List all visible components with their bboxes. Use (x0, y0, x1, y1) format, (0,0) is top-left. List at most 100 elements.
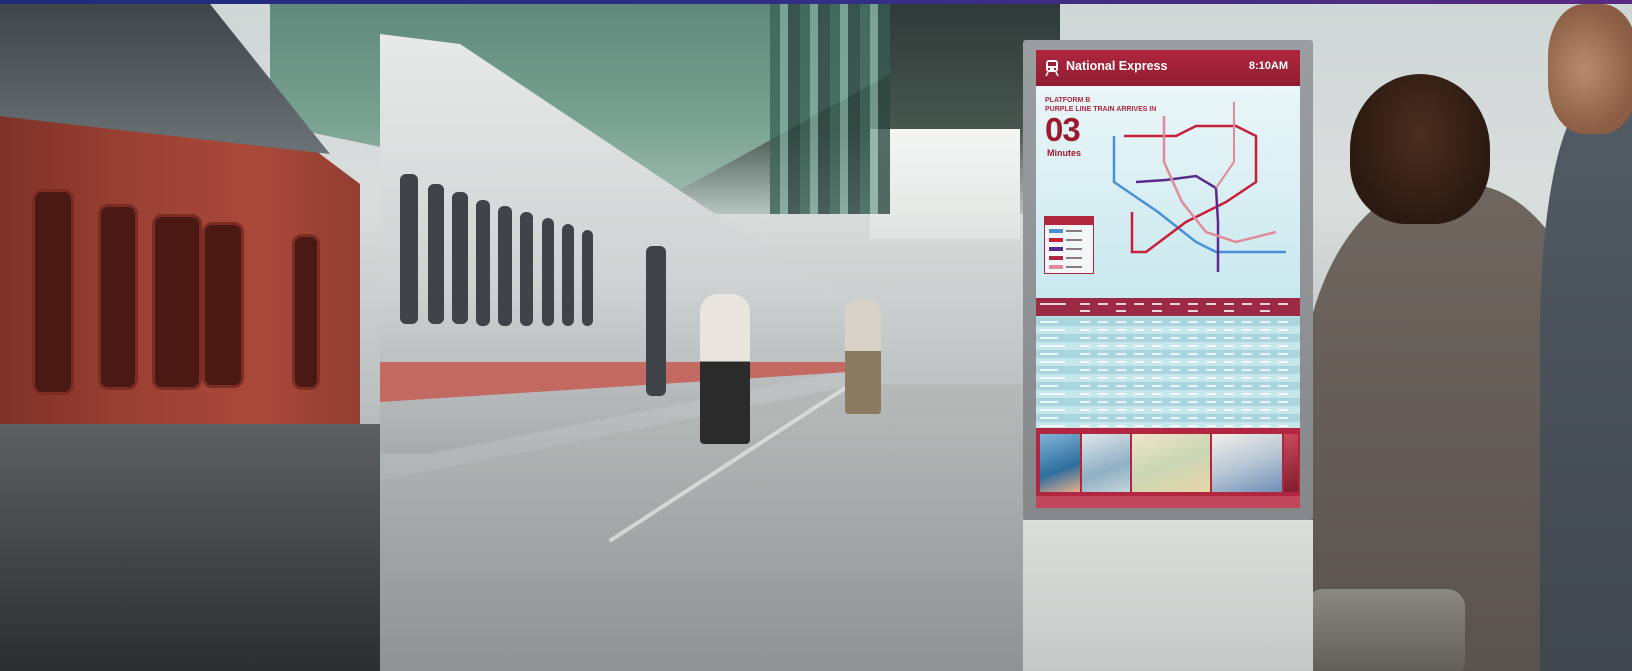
schedule-time-cell (1242, 417, 1252, 419)
schedule-time-cell (1242, 393, 1252, 395)
schedule-time-cell (1260, 321, 1270, 323)
schedule-time-cell (1098, 337, 1108, 339)
schedule-time-cell (1098, 425, 1108, 427)
pink-line-branch (1215, 102, 1235, 189)
schedule-time-cell (1170, 353, 1180, 355)
schedule-time-cell (1116, 337, 1126, 339)
map-legend (1044, 216, 1094, 274)
schedule-time-cell (1116, 385, 1126, 387)
schedule-time-cell (1152, 345, 1162, 347)
schedule-time-cell (1080, 337, 1090, 339)
schedule-time-cell (1170, 321, 1180, 323)
schedule-time-cell (1260, 345, 1270, 347)
schedule-time-cell (1080, 345, 1090, 347)
schedule-time-cell (1224, 337, 1234, 339)
schedule-time-cell (1080, 321, 1090, 323)
schedule-time-cell (1098, 393, 1108, 395)
schedule-row (1036, 406, 1300, 414)
locomotive-vent (292, 234, 320, 390)
blue-line (1112, 136, 1286, 254)
schedule-station-cell (1040, 321, 1058, 323)
subway-route-map (1112, 102, 1286, 272)
schedule-time-cell (1224, 329, 1234, 331)
schedule-time-cell (1152, 361, 1162, 363)
advert-photo-child (1040, 434, 1080, 492)
schedule-time-cell (1134, 401, 1144, 403)
schedule-station-cell (1040, 329, 1065, 331)
locomotive-vent (202, 222, 244, 388)
schedule-time-cell (1080, 409, 1090, 411)
schedule-row (1036, 374, 1300, 382)
schedule-time-cell (1260, 369, 1270, 371)
kiosk-stand (1023, 520, 1313, 671)
schedule-time-cell (1206, 369, 1216, 371)
schedule-time-cell (1206, 361, 1216, 363)
schedule-time-cell (1188, 321, 1198, 323)
schedule-time-cell (1080, 393, 1090, 395)
current-time: 8:10AM (1248, 60, 1288, 72)
advert-photo-window (1082, 434, 1130, 492)
schedule-time-cell (1188, 425, 1198, 427)
schedule-time-cell (1116, 377, 1126, 379)
schedule-time-cell (1188, 353, 1198, 355)
schedule-time-cell (1170, 329, 1180, 331)
schedule-time-cell (1278, 409, 1288, 411)
schedule-time-cell (1278, 353, 1288, 355)
coach-window (582, 230, 593, 326)
schedule-time-cell (1098, 417, 1108, 419)
schedule-time-cell (1260, 377, 1270, 379)
legend-row (1049, 237, 1089, 243)
train-icon (1045, 60, 1059, 77)
schedule-time-cell (1224, 425, 1234, 427)
schedule-time-cell (1278, 393, 1288, 395)
schedule-time-cell (1206, 329, 1216, 331)
schedule-time-cell (1242, 321, 1252, 323)
schedule-time-cell (1134, 369, 1144, 371)
schedule-time-cell (1152, 385, 1162, 387)
schedule-time-cell (1206, 401, 1216, 403)
schedule-time-cell (1260, 329, 1270, 331)
schedule-time-cell (1278, 369, 1288, 371)
schedule-time-cell (1278, 385, 1288, 387)
locomotive-vent (98, 204, 138, 390)
schedule-time-cell (1152, 369, 1162, 371)
coach-window (428, 184, 444, 324)
locomotive-undercarriage (0, 424, 380, 671)
schedule-time-cell (1116, 345, 1126, 347)
schedule-time-cell (1170, 409, 1180, 411)
schedule-time-cell (1116, 417, 1126, 419)
schedule-row (1036, 414, 1300, 422)
schedule-time-cell (1188, 369, 1198, 371)
schedule-station-cell (1040, 393, 1065, 395)
schedule-time-cell (1134, 361, 1144, 363)
schedule-time-cell (1224, 385, 1234, 387)
kiosk-header: National Express 8:10AM (1036, 50, 1300, 86)
schedule-station-cell (1040, 409, 1065, 411)
train-schedule-table (1036, 298, 1300, 430)
schedule-time-cell (1206, 425, 1216, 427)
schedule-time-cell (1206, 385, 1216, 387)
schedule-station-cell (1040, 369, 1058, 371)
schedule-time-cell (1278, 401, 1288, 403)
schedule-time-cell (1170, 393, 1180, 395)
schedule-time-cell (1152, 409, 1162, 411)
schedule-time-cell (1170, 369, 1180, 371)
schedule-time-cell (1134, 321, 1144, 323)
schedule-time-cell (1134, 353, 1144, 355)
schedule-time-cell (1134, 377, 1144, 379)
schedule-time-cell (1188, 417, 1198, 419)
schedule-time-cell (1242, 425, 1252, 427)
schedule-station-cell (1040, 353, 1058, 355)
schedule-time-cell (1278, 425, 1288, 427)
schedule-row (1036, 358, 1300, 366)
kiosk-screen[interactable]: National Express 8:10AM PLATFORM B PURPL… (1036, 50, 1300, 508)
legend-header (1045, 217, 1093, 225)
schedule-time-cell (1080, 425, 1090, 427)
kiosk-footer (1036, 496, 1300, 508)
schedule-time-cell (1116, 393, 1126, 395)
schedule-time-cell (1170, 385, 1180, 387)
schedule-time-cell (1224, 401, 1234, 403)
canopy-pillars (770, 4, 890, 214)
schedule-time-cell (1224, 369, 1234, 371)
coach-window (646, 246, 666, 396)
